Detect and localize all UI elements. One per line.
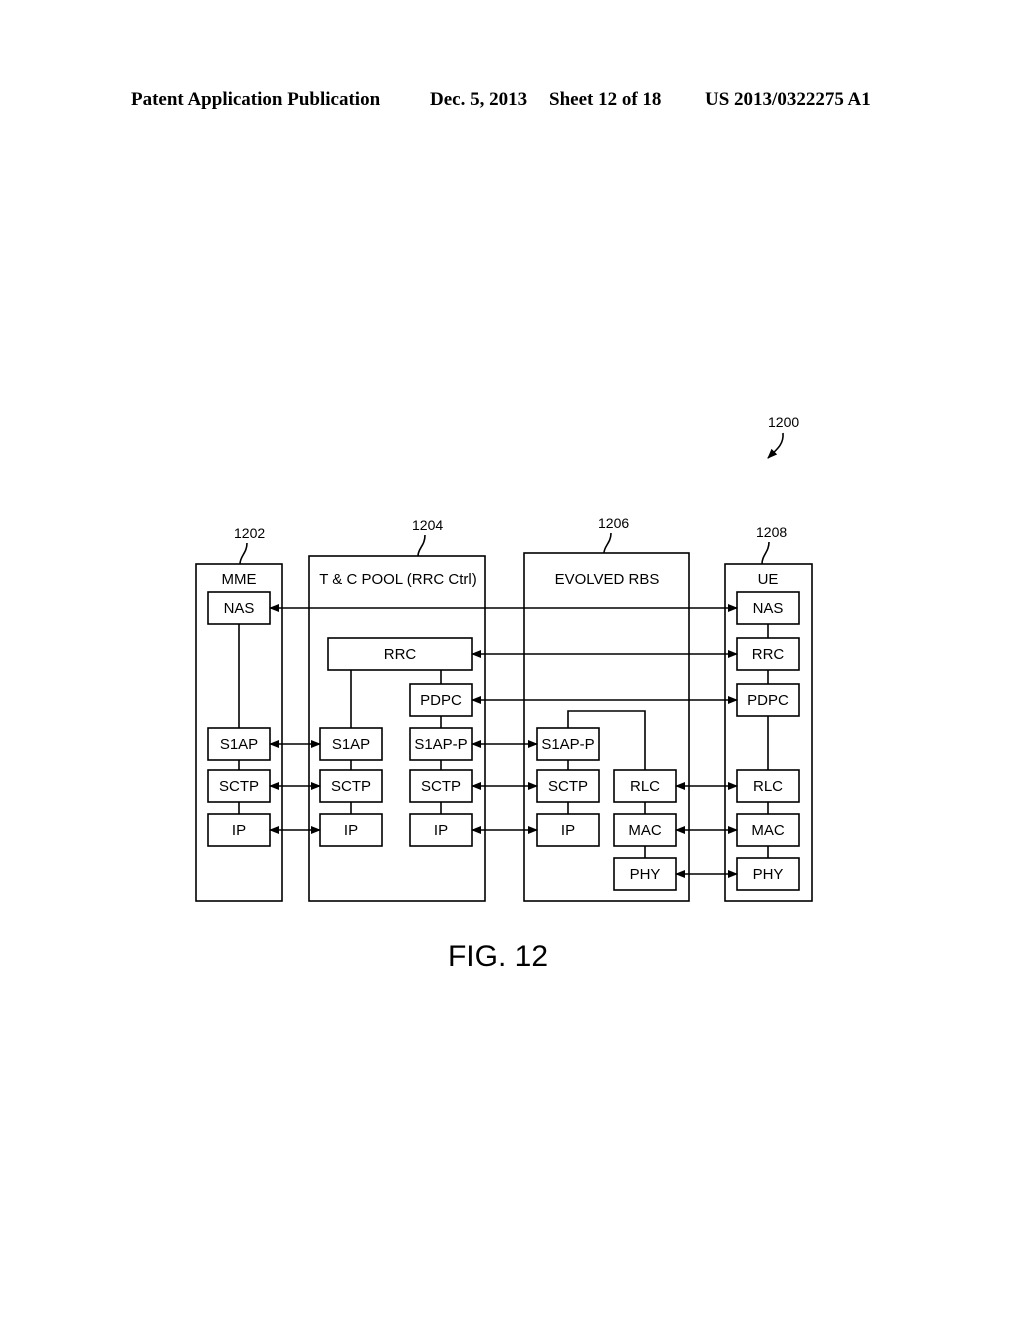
svg-text:RLC: RLC (753, 778, 783, 795)
figure-ref: 1200 (768, 414, 799, 430)
ue-ref-leader (761, 541, 770, 565)
svg-text:SCTP: SCTP (219, 778, 259, 795)
mme-ref: 1202 (234, 525, 265, 541)
ue-pdpc-layer: PDPC (736, 683, 800, 717)
svg-text:NAS: NAS (753, 600, 784, 617)
ue-rlc-layer: RLC (736, 769, 800, 803)
pool-s1ap-layer: S1AP (319, 727, 383, 761)
rbs-mac-layer: MAC (613, 813, 677, 847)
svg-text:IP: IP (344, 822, 358, 839)
svg-text:SCTP: SCTP (548, 778, 588, 795)
svg-text:PHY: PHY (753, 866, 784, 883)
figure-caption: FIG. 12 (448, 940, 548, 973)
rbs-sctp-layer: SCTP (536, 769, 600, 803)
mme-s1ap-layer: S1AP (207, 727, 271, 761)
ue-nas-layer: NAS (736, 591, 800, 625)
mme-nas-layer: NAS (207, 591, 271, 625)
mme-ref-leader (239, 542, 248, 565)
pool-s1app-layer: S1AP-P (409, 727, 473, 761)
svg-text:RRC: RRC (752, 646, 785, 663)
pool-pdpc-layer: PDPC (409, 683, 473, 717)
svg-text:S1AP: S1AP (220, 736, 258, 753)
rbs-title: EVOLVED RBS (555, 571, 660, 588)
svg-text:S1AP: S1AP (332, 736, 370, 753)
rbs-ip-layer: IP (536, 813, 600, 847)
figure-ref-arrow (767, 432, 784, 459)
svg-text:MAC: MAC (628, 822, 662, 839)
ue-phy-layer: PHY (736, 857, 800, 891)
svg-text:RRC: RRC (384, 646, 417, 663)
mme-ip-layer: IP (207, 813, 271, 847)
pool-sctp-b-layer: SCTP (409, 769, 473, 803)
svg-text:SCTP: SCTP (421, 778, 461, 795)
pool-rrc-layer: RRC (327, 637, 473, 671)
pool-sctp-layer: SCTP (319, 769, 383, 803)
svg-text:RLC: RLC (630, 778, 660, 795)
rbs-ref-leader (603, 532, 612, 554)
svg-text:PHY: PHY (630, 866, 661, 883)
svg-text:PDPC: PDPC (420, 692, 462, 709)
pool-title: T & C POOL (RRC Ctrl) (319, 571, 477, 588)
protocol-stack-diagram: 1200 1202 1204 1206 1208 MME T & C POOL … (195, 414, 813, 973)
svg-text:NAS: NAS (224, 600, 255, 617)
rbs-rlc-layer: RLC (613, 769, 677, 803)
pool-ref-leader (417, 534, 426, 557)
ue-mac-layer: MAC (736, 813, 800, 847)
svg-text:MAC: MAC (751, 822, 785, 839)
rbs-s1app-layer: S1AP-P (536, 727, 600, 761)
mme-sctp-layer: SCTP (207, 769, 271, 803)
mme-title: MME (222, 571, 257, 588)
svg-text:PDPC: PDPC (747, 692, 789, 709)
rbs-ref: 1206 (598, 515, 629, 531)
rbs-entity (523, 552, 690, 902)
svg-text:IP: IP (561, 822, 575, 839)
ue-rrc-layer: RRC (736, 637, 800, 671)
rbs-phy-layer: PHY (613, 857, 677, 891)
svg-text:IP: IP (434, 822, 448, 839)
pool-ip-b-layer: IP (409, 813, 473, 847)
svg-text:IP: IP (232, 822, 246, 839)
pool-ref: 1204 (412, 517, 443, 533)
svg-text:S1AP-P: S1AP-P (541, 736, 594, 753)
pool-ip-layer: IP (319, 813, 383, 847)
ue-title: UE (758, 571, 779, 588)
svg-text:SCTP: SCTP (331, 778, 371, 795)
svg-text:S1AP-P: S1AP-P (414, 736, 467, 753)
ue-ref: 1208 (756, 524, 787, 540)
